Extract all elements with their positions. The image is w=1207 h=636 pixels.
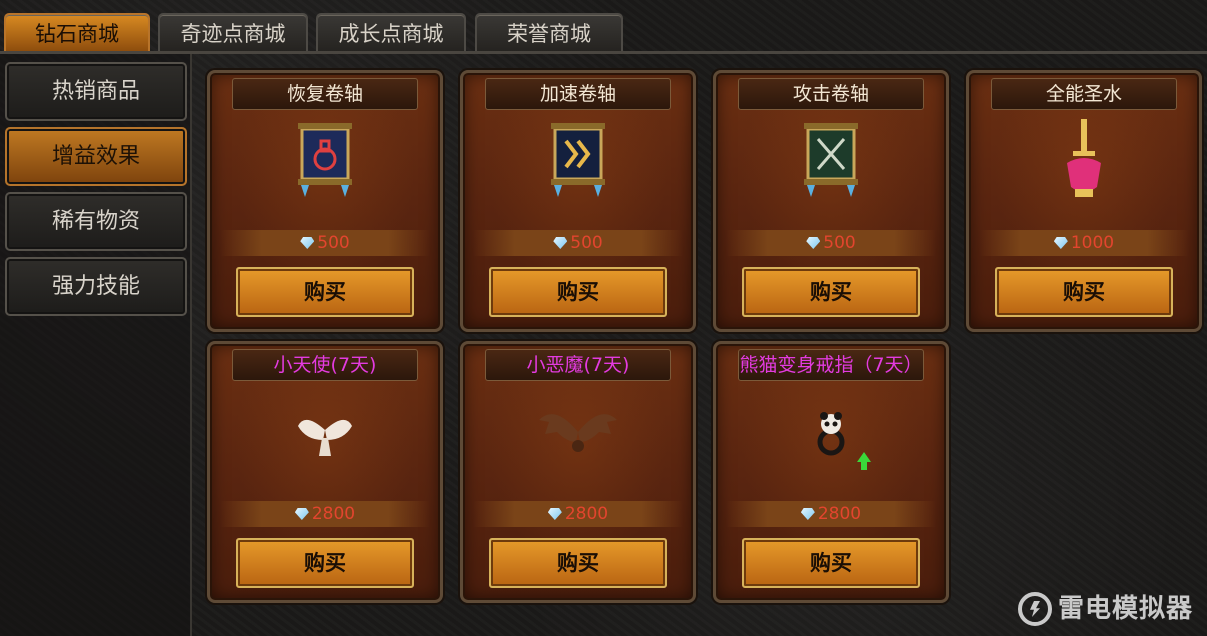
diamond-icon	[806, 237, 821, 249]
diamond-icon	[1053, 237, 1068, 249]
item-card: 小天使(7天) 2800 购买	[207, 341, 443, 603]
item-name: 攻击卷轴	[738, 78, 924, 110]
buy-button[interactable]: 购买	[489, 538, 667, 588]
speed-scroll-icon	[551, 123, 605, 197]
diamond-icon	[800, 508, 815, 520]
item-name: 加速卷轴	[485, 78, 671, 110]
category-hot-items[interactable]: 热销商品	[5, 62, 187, 121]
diamond-icon	[547, 508, 562, 520]
watermark-text: 雷电模拟器	[1057, 593, 1193, 624]
item-price: 500	[473, 230, 683, 256]
demon-wings-icon	[539, 414, 617, 452]
item-art	[210, 111, 440, 229]
buy-button[interactable]: 购买	[489, 267, 667, 317]
item-name: 小恶魔(7天)	[485, 349, 671, 381]
price-value: 2800	[817, 504, 862, 524]
buy-button[interactable]: 购买	[236, 267, 414, 317]
item-name: 小天使(7天)	[232, 349, 418, 381]
price-value: 2800	[311, 504, 356, 524]
item-card: 全能圣水 1000 购买	[966, 70, 1202, 332]
item-price: 2800	[473, 501, 683, 527]
potion-scroll-icon	[298, 123, 352, 197]
category-rare-materials[interactable]: 稀有物资	[5, 192, 187, 251]
price-value: 1000	[1070, 233, 1115, 253]
item-art	[210, 382, 440, 500]
price-value: 500	[570, 233, 603, 253]
attack-scroll-icon	[804, 123, 858, 197]
item-name: 全能圣水	[991, 78, 1177, 110]
item-card: 加速卷轴 500 购买	[460, 70, 696, 332]
tab-honor-shop[interactable]: 荣誉商城	[475, 13, 623, 53]
buy-button[interactable]: 购买	[742, 267, 920, 317]
item-name: 恢复卷轴	[232, 78, 418, 110]
price-value: 500	[823, 233, 856, 253]
holy-water-icon	[1067, 119, 1101, 197]
item-art	[463, 111, 693, 229]
angel-wings-icon	[298, 419, 352, 456]
shop-tabs: 钻石商城 奇迹点商城 成长点商城 荣誉商城	[0, 0, 1207, 54]
item-card: 小恶魔(7天) 2800 购买	[460, 341, 696, 603]
item-price: 2800	[726, 501, 936, 527]
item-price: 2800	[220, 501, 430, 527]
item-card: 熊猫变身戒指（7天） 2800 购买	[713, 341, 949, 603]
diamond-icon	[300, 237, 315, 249]
diamond-icon	[294, 508, 309, 520]
category-buff-effects[interactable]: 增益效果	[5, 127, 187, 186]
tab-growth-points-shop[interactable]: 成长点商城	[316, 13, 466, 53]
tab-diamond-shop[interactable]: 钻石商城	[4, 13, 150, 53]
item-name: 熊猫变身戒指（7天）	[738, 349, 924, 381]
item-price: 500	[220, 230, 430, 256]
category-power-skills[interactable]: 强力技能	[5, 257, 187, 316]
price-value: 500	[317, 233, 350, 253]
item-art	[463, 382, 693, 500]
item-art	[969, 111, 1199, 229]
buy-button[interactable]: 购买	[236, 538, 414, 588]
price-value: 2800	[564, 504, 609, 524]
buy-button[interactable]: 购买	[995, 267, 1173, 317]
tab-miracle-points-shop[interactable]: 奇迹点商城	[158, 13, 308, 53]
buy-button[interactable]: 购买	[742, 538, 920, 588]
diamond-icon	[553, 237, 568, 249]
category-sidebar: 热销商品 增益效果 稀有物资 强力技能	[0, 54, 192, 636]
item-art	[716, 382, 946, 500]
panda-ring-icon	[817, 412, 871, 470]
item-price: 500	[726, 230, 936, 256]
emulator-logo-icon	[1017, 592, 1052, 626]
emulator-watermark: 雷电模拟器	[1017, 588, 1193, 626]
item-card: 恢复卷轴 500 购买	[207, 70, 443, 332]
item-card: 攻击卷轴 500 购买	[713, 70, 949, 332]
item-price: 1000	[979, 230, 1189, 256]
item-art	[716, 111, 946, 229]
